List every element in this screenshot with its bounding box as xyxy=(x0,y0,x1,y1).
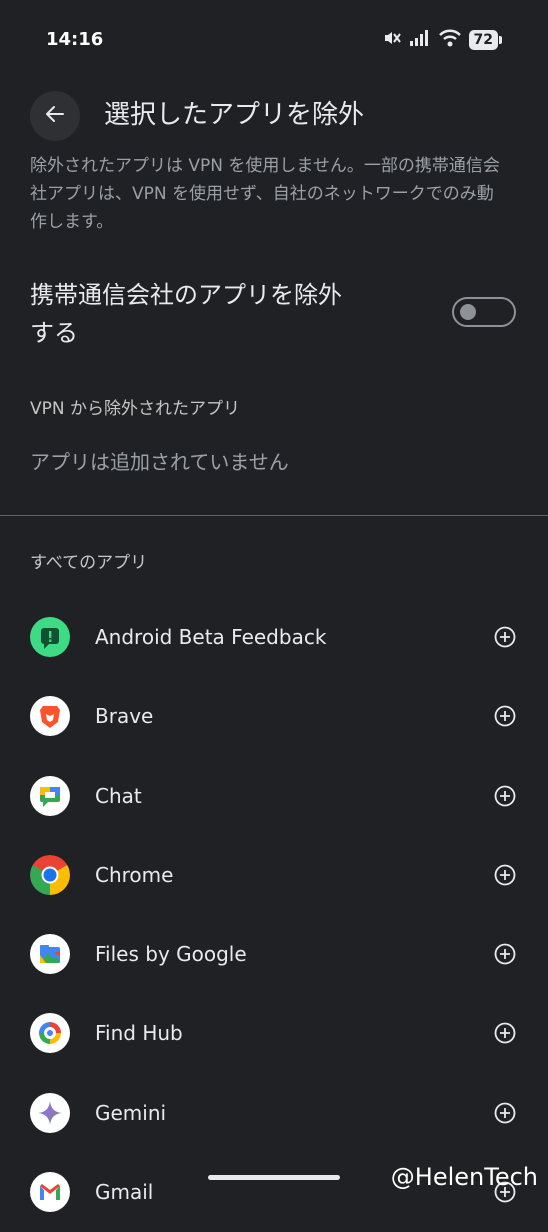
app-name: Chat xyxy=(95,783,142,808)
chrome-icon xyxy=(30,854,70,895)
battery-icon: 72 xyxy=(468,30,498,50)
gmail-icon xyxy=(30,1172,70,1213)
list-item[interactable]: Chat xyxy=(0,757,548,836)
section-divider xyxy=(0,515,548,516)
carrier-apps-toggle-label: 携帯通信会社のアプリを除外する xyxy=(30,281,342,347)
list-item[interactable]: Find Hub xyxy=(0,994,548,1073)
find-hub-icon xyxy=(30,1013,70,1054)
all-apps-heading: すべてのアプリ xyxy=(30,553,148,573)
battery-tip xyxy=(499,36,502,44)
list-item[interactable]: Files by Google xyxy=(0,915,548,994)
carrier-apps-switch[interactable] xyxy=(452,297,516,327)
signal-icon xyxy=(409,29,431,51)
status-icons: 72 xyxy=(383,29,502,51)
excluded-apps-heading: VPN から除外されたアプリ xyxy=(30,399,241,419)
list-item[interactable]: Brave xyxy=(0,677,548,756)
google-chat-icon xyxy=(30,775,70,816)
plus-circle-icon[interactable] xyxy=(494,864,516,886)
gemini-icon xyxy=(30,1092,70,1133)
list-item[interactable]: Gemini xyxy=(0,1074,548,1153)
home-indicator[interactable] xyxy=(208,1175,340,1180)
app-name: Gmail xyxy=(95,1180,154,1205)
status-bar: 14:16 72 xyxy=(0,0,548,80)
plus-circle-icon[interactable] xyxy=(494,785,516,807)
list-item[interactable]: Chrome xyxy=(0,836,548,915)
arrow-left-icon xyxy=(44,103,66,129)
plus-circle-icon[interactable] xyxy=(494,1102,516,1124)
status-time: 14:16 xyxy=(46,29,104,50)
back-button[interactable] xyxy=(30,91,80,141)
watermark: @HelenTech xyxy=(390,1163,538,1191)
app-name: Android Beta Feedback xyxy=(95,625,327,649)
list-item[interactable]: Android Beta Feedback xyxy=(0,598,548,677)
wifi-icon xyxy=(438,29,461,51)
page-description: 除外されたアプリは VPN を使用しません。一部の携帯通信会社アプリは、VPN … xyxy=(30,156,500,232)
app-name: Gemini xyxy=(95,1100,167,1125)
plus-circle-icon[interactable] xyxy=(494,626,516,648)
files-by-google-icon xyxy=(30,934,70,975)
switch-knob xyxy=(460,304,476,320)
plus-circle-icon[interactable] xyxy=(494,705,516,727)
plus-circle-icon[interactable] xyxy=(494,1022,516,1044)
plus-circle-icon[interactable] xyxy=(494,943,516,965)
mute-icon xyxy=(383,29,401,51)
app-list: Android Beta Feedback Brave Chat Chrome xyxy=(0,598,548,1232)
page-title: 選択したアプリを除外 xyxy=(104,100,365,130)
app-name: Files by Google xyxy=(95,942,247,967)
app-name: Find Hub xyxy=(95,1021,183,1046)
excluded-apps-empty-message: アプリは追加されていません xyxy=(30,450,289,474)
app-name: Brave xyxy=(95,704,154,729)
carrier-apps-toggle-row[interactable]: 携帯通信会社のアプリを除外する xyxy=(30,276,518,354)
android-beta-feedback-icon xyxy=(30,617,70,657)
brave-icon xyxy=(30,696,70,737)
app-name: Chrome xyxy=(95,862,174,887)
